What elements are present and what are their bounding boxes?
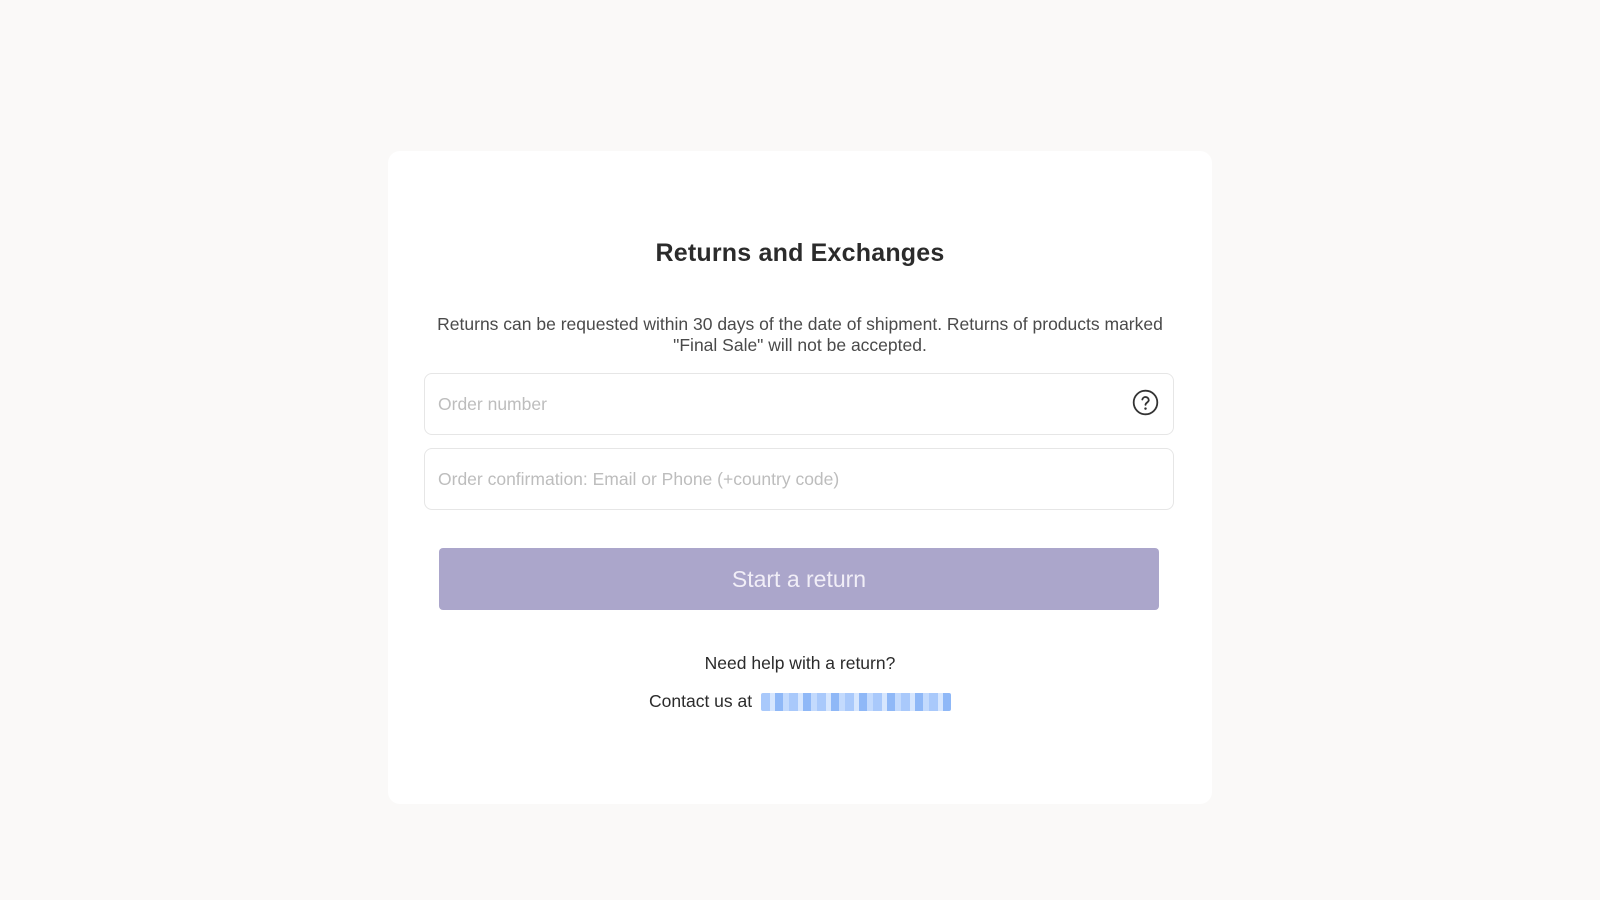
- order-confirmation-field: [424, 448, 1174, 510]
- page-title: Returns and Exchanges: [655, 239, 945, 267]
- contact-email-link[interactable]: [761, 693, 951, 712]
- order-confirmation-input[interactable]: [425, 449, 1173, 509]
- returns-policy-text: Returns can be requested within 30 days …: [437, 314, 1163, 355]
- returns-card: Returns and Exchanges Returns can be req…: [388, 151, 1212, 804]
- contact-prefix: Contact us at: [649, 691, 753, 711]
- help-text: Need help with a return?: [704, 653, 896, 673]
- start-return-button[interactable]: Start a return: [439, 548, 1159, 610]
- contact-line: Contact us at: [388, 691, 1212, 712]
- order-number-field: [424, 373, 1174, 435]
- order-number-input[interactable]: [425, 374, 1173, 434]
- question-circle-icon[interactable]: [1132, 389, 1159, 416]
